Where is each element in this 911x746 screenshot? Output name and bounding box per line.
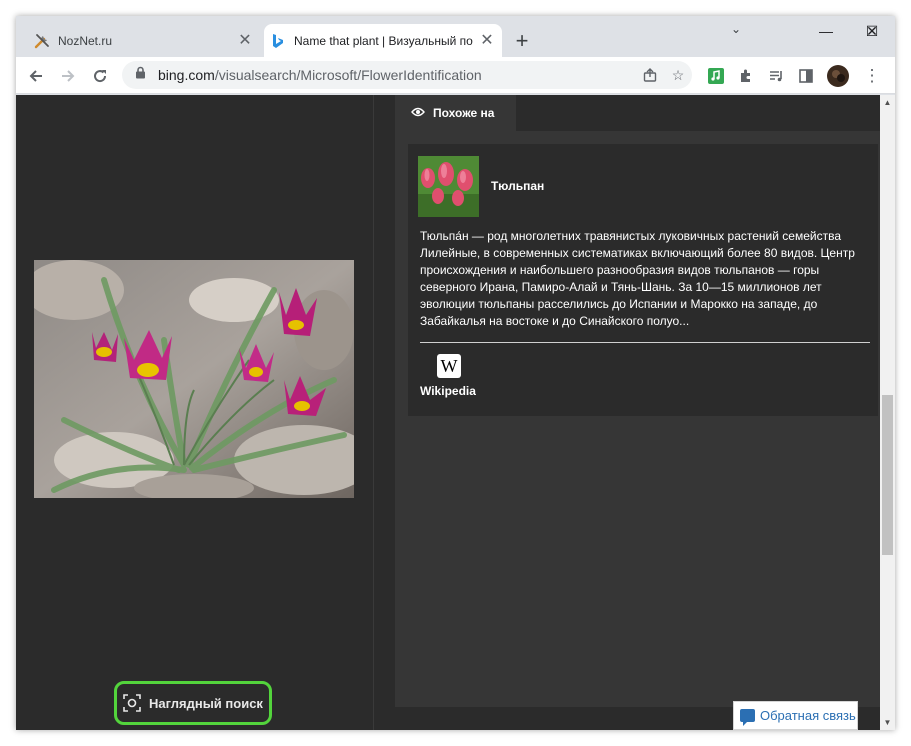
music-extension-icon[interactable] (702, 62, 730, 90)
toolbar: bing.com/visualsearch/Microsoft/FlowerId… (16, 57, 895, 94)
chevron-down-icon[interactable]: ⌄ (726, 22, 746, 42)
side-panel-icon[interactable] (792, 62, 820, 90)
reload-icon[interactable] (86, 62, 114, 90)
visual-search-label: Наглядный поиск (149, 695, 263, 711)
scroll-down-icon[interactable]: ▼ (880, 715, 895, 730)
results-tab-bar: Похоже на (395, 95, 880, 131)
tulip-thumbnail[interactable] (418, 156, 479, 217)
media-queue-icon[interactable] (762, 62, 790, 90)
scroll-up-icon[interactable]: ▲ (880, 95, 895, 110)
tab-bing-visual-search[interactable]: Name that plant | Визуальный по ✕ (264, 24, 502, 57)
result-card: Тюльпан Тюльпа́н — род многолетних травя… (408, 144, 878, 416)
page-content: Наглядный поиск Похоже на Тюльпан Тюльпа… (16, 95, 895, 730)
results-pane: Похоже на Тюльпан Тюльпа́н — род многоле… (395, 95, 880, 707)
avatar[interactable] (824, 62, 852, 90)
vertical-scrollbar[interactable]: ▲ ▼ (880, 95, 895, 730)
address-bar[interactable]: bing.com/visualsearch/Microsoft/FlowerId… (122, 61, 692, 89)
tulip-photo[interactable] (34, 260, 354, 498)
feedback-label: Обратная связь (760, 708, 856, 723)
visual-search-button[interactable]: Наглядный поиск (114, 681, 272, 725)
wikipedia-icon[interactable]: W (437, 354, 461, 378)
new-tab-icon[interactable]: + (510, 30, 534, 54)
lock-icon[interactable] (135, 66, 149, 84)
tab-strip: NozNet.ru ✕ Name that plant | Визуальный… (16, 16, 895, 57)
back-icon[interactable] (22, 62, 50, 90)
feedback-button[interactable]: Обратная связь (733, 701, 858, 730)
star-icon[interactable]: ☆ (664, 61, 692, 89)
close-window-icon[interactable]: ✕ (849, 16, 895, 46)
close-icon[interactable]: ✕ (236, 32, 254, 50)
menu-icon[interactable]: ⋮ (858, 62, 886, 90)
share-icon[interactable] (636, 61, 664, 89)
image-pane: Наглядный поиск (16, 95, 374, 730)
chat-bubble-icon (740, 709, 755, 726)
tab-noznet[interactable]: NozNet.ru ✕ (28, 24, 260, 57)
tools-icon (34, 33, 50, 49)
forward-icon[interactable] (54, 62, 82, 90)
url-path: /visualsearch/Microsoft/FlowerIdentifica… (214, 67, 482, 83)
url-text[interactable]: bing.com/visualsearch/Microsoft/FlowerId… (158, 67, 636, 83)
extensions-icon[interactable] (732, 62, 760, 90)
tab-title: NozNet.ru (58, 33, 113, 48)
tab-title: Name that plant | Визуальный по (294, 33, 473, 48)
eye-icon (411, 106, 425, 120)
close-icon[interactable]: ✕ (478, 32, 496, 50)
bing-icon (270, 33, 286, 49)
browser-window: NozNet.ru ✕ Name that plant | Визуальный… (16, 16, 895, 730)
result-title[interactable]: Тюльпан (491, 179, 544, 193)
tab-similar[interactable]: Похоже на (395, 95, 516, 131)
visual-search-icon (123, 694, 141, 712)
minimize-icon[interactable]: — (803, 16, 849, 46)
tab-similar-label: Похоже на (433, 106, 495, 120)
scrollbar-thumb[interactable] (882, 395, 893, 555)
wikipedia-link[interactable]: Wikipedia (420, 384, 476, 398)
url-host: bing.com (158, 67, 215, 83)
result-description: Тюльпа́н — род многолетних травянистых л… (420, 229, 855, 328)
divider (420, 342, 870, 343)
